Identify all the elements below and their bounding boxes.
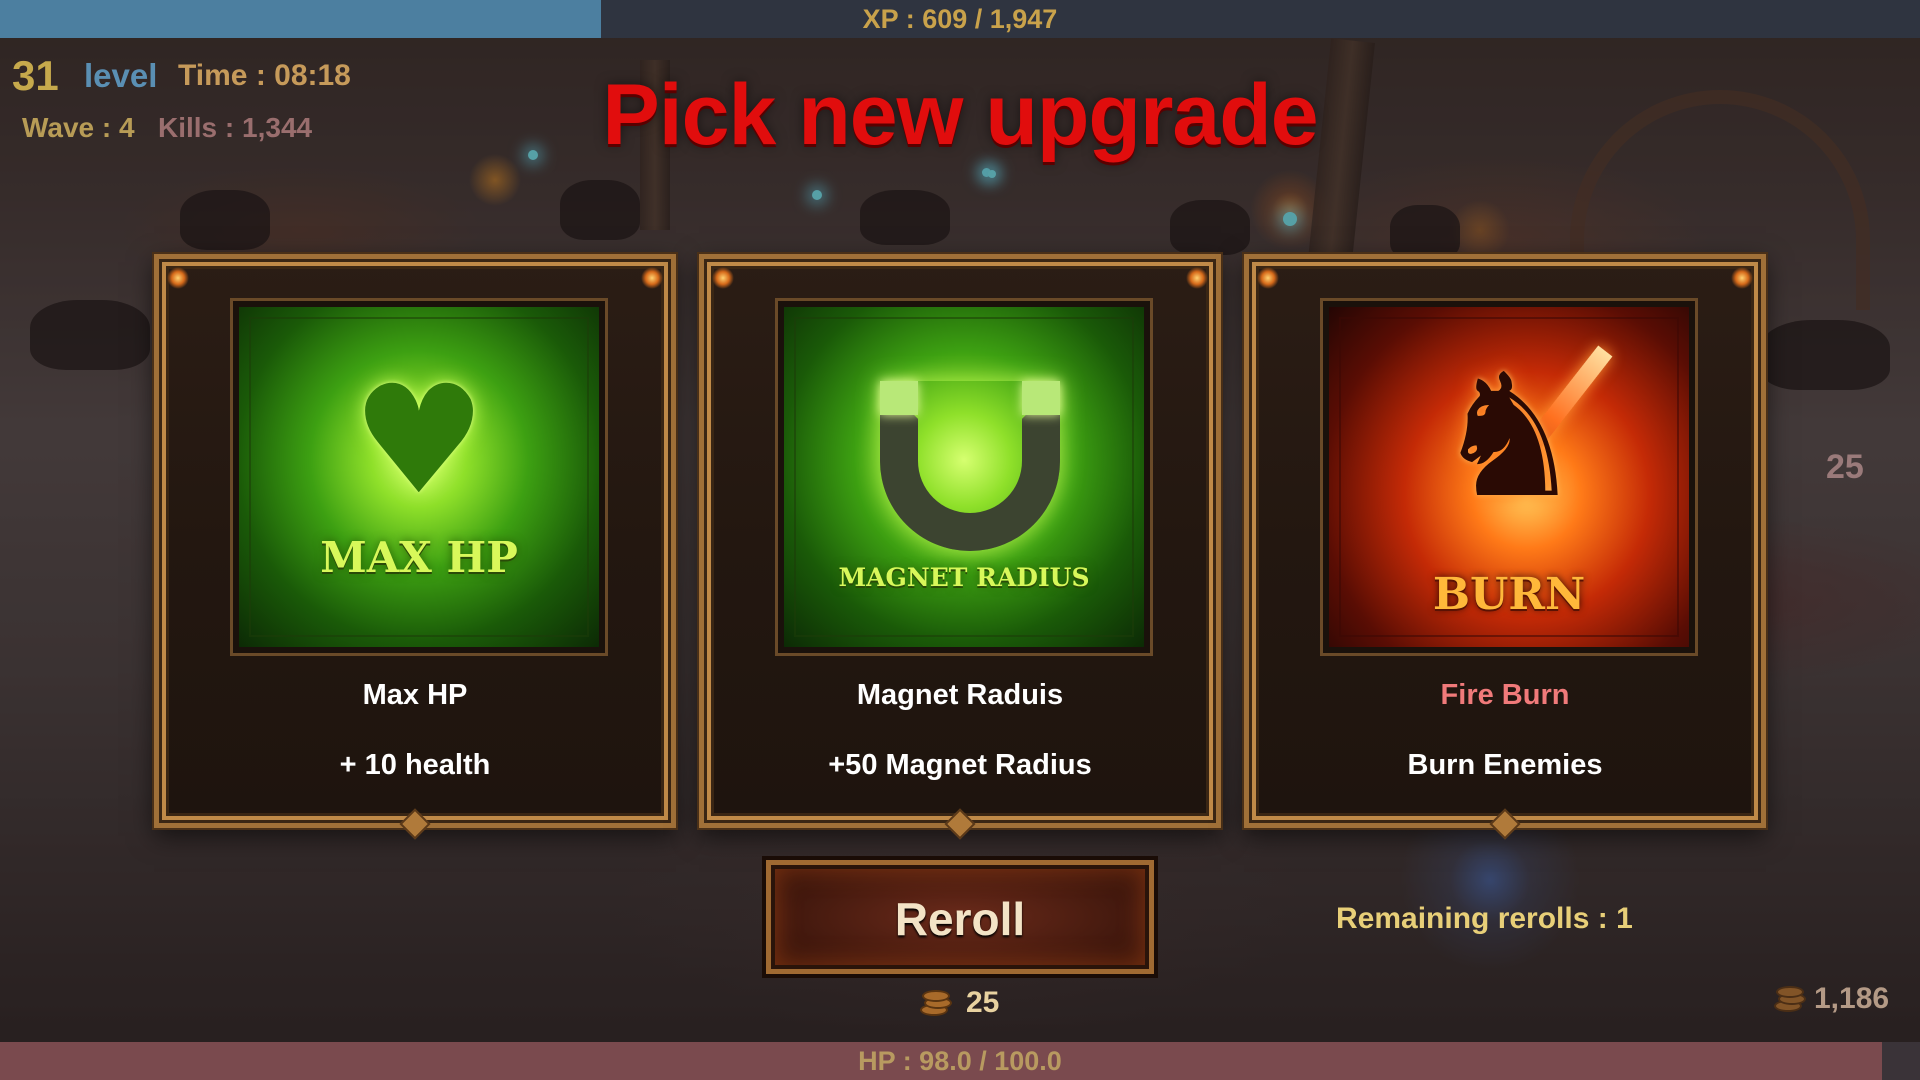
- scene-enemy: [1390, 205, 1460, 260]
- card-corner-gem: [1731, 267, 1753, 289]
- upgrade-art-burn: ♞ BURN: [1323, 301, 1695, 653]
- magnet-tip-left: [880, 381, 918, 415]
- hp-bar: HP : 98.0 / 100.0: [0, 1042, 1920, 1080]
- scene-enemy: [860, 190, 950, 245]
- magnet-tip-right: [1022, 381, 1060, 415]
- scene-enemy: [30, 300, 150, 370]
- upgrade-card-max-hp[interactable]: ♥ MAX HP Max HP + 10 health: [154, 254, 676, 840]
- upgrade-description: +50 Magnet Radius: [828, 749, 1092, 781]
- side-number: 25: [1826, 448, 1864, 486]
- upgrade-art-magnet-radius: MAGNET RADIUS: [778, 301, 1150, 653]
- xp-text: XP : 609 / 1,947: [862, 4, 1058, 34]
- xp-bar: XP : 609 / 1,947: [0, 0, 1920, 38]
- card-corner-gem: [1186, 267, 1208, 289]
- reroll-cost: 25: [966, 986, 1000, 1019]
- scene-enemy: [560, 180, 640, 240]
- card-corner-gem: [167, 267, 189, 289]
- upgrade-card-magnet-radius[interactable]: MAGNET RADIUS Magnet Raduis +50 Magnet R…: [699, 254, 1221, 840]
- hp-text: HP : 98.0 / 100.0: [858, 1046, 1062, 1076]
- scene-enemy: [1760, 320, 1890, 390]
- art-title: MAX HP: [320, 533, 518, 582]
- art-title: BURN: [1432, 569, 1586, 620]
- gold-coin-icon: [1774, 986, 1810, 1014]
- upgrade-name: Fire Burn: [1440, 679, 1570, 711]
- upgrade-card-fire-burn[interactable]: ♞ BURN Fire Burn Burn Enemies: [1244, 254, 1766, 840]
- upgrade-name: Max HP: [362, 679, 468, 711]
- scene-orb: [812, 190, 822, 200]
- reroll-button[interactable]: Reroll: [762, 856, 1158, 978]
- card-corner-gem: [712, 267, 734, 289]
- upgrade-description: Burn Enemies: [1407, 749, 1603, 781]
- scene-orb: [988, 170, 996, 178]
- gold-total: 1,186: [1814, 982, 1890, 1015]
- coin-icon: [920, 990, 956, 1018]
- art-title: MAGNET RADIUS: [838, 563, 1090, 592]
- page-title: Pick new upgrade: [602, 67, 1318, 163]
- remaining-rerolls: Remaining rerolls : 1: [1336, 902, 1633, 935]
- scene-orb: [982, 168, 991, 177]
- heart-icon: ♥: [351, 354, 487, 528]
- reroll-label: Reroll: [894, 893, 1026, 945]
- scene-enemy: [1170, 200, 1250, 255]
- scene-enemy: [180, 190, 270, 250]
- upgrade-art-max-hp: ♥ MAX HP: [233, 301, 605, 653]
- card-corner-gem: [641, 267, 663, 289]
- card-corner-gem: [1257, 267, 1279, 289]
- dragon-icon: ♞: [1432, 338, 1586, 536]
- scene-orb: [1283, 212, 1297, 226]
- upgrade-description: + 10 health: [339, 749, 491, 781]
- upgrade-name: Magnet Raduis: [856, 679, 1064, 711]
